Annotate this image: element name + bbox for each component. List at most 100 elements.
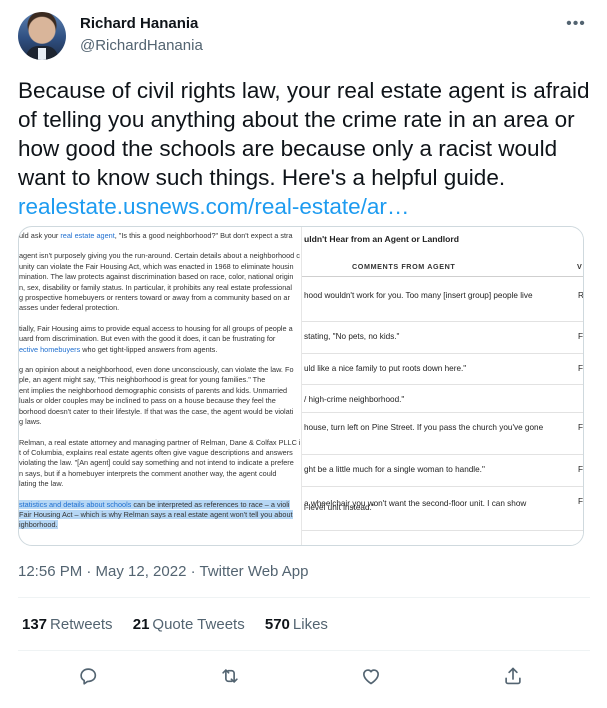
article-line: g laws. — [19, 417, 301, 427]
article-paragraph: agent isn't purposely giving you the run… — [19, 251, 301, 313]
article-line: ent implies the neighborhood demographic… — [19, 386, 301, 396]
article-line: unity can violate the Fair Housing Act, … — [19, 262, 301, 272]
table-row: l-level unit instead." — [302, 501, 583, 515]
reply-icon[interactable] — [77, 665, 101, 689]
table-cell-comment: l-level unit instead." — [304, 503, 375, 512]
table-cell-comment: stating, "No pets, no kids." — [304, 332, 400, 341]
likes-stat[interactable]: 570 Likes — [265, 616, 328, 633]
tweet-body: Because of civil rights law, your real e… — [18, 78, 590, 190]
article-excerpt: uld ask your real estate agent, "Is this… — [19, 227, 301, 545]
article-text: ple, an agent might say, "This neighborh… — [19, 375, 266, 385]
article-text: lating the law. — [19, 479, 64, 489]
avatar[interactable] — [18, 12, 66, 60]
tweet-header: Richard Hanania @RichardHanania ••• — [18, 12, 590, 62]
tweet-image[interactable]: uld ask your real estate agent, "Is this… — [18, 226, 584, 546]
retweets-label: Retweets — [50, 616, 113, 633]
article-text: who get tight-lipped answers from agents… — [80, 344, 218, 354]
author-handle[interactable]: @RichardHanania — [80, 37, 203, 54]
table-row: ght be a little much for a single woman … — [302, 455, 584, 487]
article-line: Fair Housing Act – which is why Relman s… — [19, 509, 301, 520]
action-bar — [18, 662, 590, 692]
tweet-text: Because of civil rights law, your real e… — [18, 76, 590, 221]
article-paragraph: Relman, a real estate attorney and manag… — [19, 438, 301, 490]
table-row: hood wouldn't work for you. Too many [in… — [302, 281, 584, 322]
article-paragraph: uld ask your real estate agent, "Is this… — [19, 231, 301, 241]
article-text: Fair Housing Act – which is why Relman s… — [19, 509, 293, 519]
table-cell-second: F — [578, 364, 584, 373]
table-cell-comment: uld like a nice family to put roots down… — [304, 364, 467, 373]
article-text: unity can violate the Fair Housing Act, … — [19, 261, 294, 271]
divider — [18, 650, 590, 651]
article-text: n, sex, disability or family status. In … — [19, 282, 292, 292]
table-cell-second: R — [578, 291, 584, 300]
article-line: t of Columbia, explains real estate agen… — [19, 448, 301, 458]
article-line: ple, an agent might say, "This neighborh… — [19, 375, 301, 385]
tweet-link[interactable]: realestate.usnews.com/real-estate/ar… — [18, 194, 409, 219]
table-row: house, turn left on Pine Street. If you … — [302, 413, 584, 455]
heart-icon[interactable] — [360, 665, 384, 689]
table-cell-second: F — [578, 423, 584, 432]
article-text: g laws. — [19, 417, 42, 427]
table-cell-comment: house, turn left on Pine Street. If you … — [304, 423, 544, 432]
table-title: uldn't Hear from an Agent or Landlord — [304, 234, 459, 244]
article-link: real estate agent — [60, 231, 115, 240]
table-row: / high-crime neighborhood." — [302, 385, 583, 413]
article-line: luals or older couples may be inclined t… — [19, 396, 301, 406]
quotes-count: 21 — [132, 616, 150, 633]
table-cell-second: F — [578, 465, 584, 474]
retweets-count: 137 — [22, 616, 48, 633]
table-cell-comment: ght be a little much for a single woman … — [304, 465, 485, 474]
article-line: tially, Fair Housing aims to provide equ… — [19, 324, 301, 334]
retweets-stat[interactable]: 137 Retweets — [22, 616, 113, 633]
article-line: g prospective homebuyers or renters towa… — [19, 293, 301, 303]
article-text: can be interpreted as references to race… — [131, 499, 290, 509]
divider — [18, 597, 590, 598]
article-text: uard from discrimination. But even with … — [19, 334, 276, 344]
article-text: luals or older couples may be inclined t… — [19, 396, 276, 406]
table-row: stating, "No pets, no kids." F — [302, 322, 583, 354]
article-text: agent isn't purposely giving you the run… — [19, 251, 300, 261]
article-link: statistics and details about schools — [19, 499, 132, 509]
article-line: uard from discrimination. But even with … — [19, 334, 301, 344]
table-header-comments: COMMENTS FROM AGENT — [352, 262, 456, 271]
table-row: uld like a nice family to put roots down… — [302, 354, 584, 385]
article-line: lating the law. — [19, 479, 301, 489]
share-icon[interactable] — [502, 665, 526, 689]
article-text: Relman, a real estate attorney and manag… — [19, 437, 301, 447]
avatar-shirt — [38, 48, 46, 60]
article-line: statistics and details about schools can… — [19, 499, 301, 510]
table-excerpt: uldn't Hear from an Agent or Landlord CO… — [301, 227, 584, 545]
article-text: violating the law. "[An agent] could say… — [19, 458, 294, 468]
article-text: borhood doesn't cater to their lifestyle… — [19, 406, 294, 416]
article-line: borhood doesn't cater to their lifestyle… — [19, 407, 301, 417]
article-line: agent isn't purposely giving you the run… — [19, 251, 301, 261]
article-line: asses under federal protection. — [19, 303, 301, 313]
table-cell-comment: / high-crime neighborhood." — [304, 395, 405, 404]
tweet-stats: 137 Retweets 21 Quote Tweets 570 Likes — [22, 616, 344, 633]
more-icon[interactable]: ••• — [564, 14, 588, 34]
table-cell-comment: hood wouldn't work for you. Too many [in… — [304, 291, 533, 300]
article-text: n says, but if a homebuyer interprets th… — [19, 468, 277, 478]
author-name[interactable]: Richard Hanania — [80, 15, 198, 32]
table-header-second: V — [577, 262, 583, 271]
article-line: mination. The law protects against discr… — [19, 272, 301, 282]
article-text: uld ask your — [19, 231, 61, 240]
article-text: g an opinion about a neighborhood, even … — [19, 365, 294, 375]
article-text: , "Is this a good neighborhood?" But don… — [114, 231, 293, 240]
article-text: ent implies the neighborhood demographic… — [19, 385, 288, 395]
tweet-timestamp[interactable]: 12:56 PM · May 12, 2022 · Twitter Web Ap… — [18, 563, 308, 580]
likes-count: 570 — [264, 616, 290, 633]
article-line: n, sex, disability or family status. In … — [19, 283, 301, 293]
likes-label: Likes — [292, 616, 328, 633]
article-text: tially, Fair Housing aims to provide equ… — [19, 323, 293, 333]
retweet-icon[interactable] — [219, 665, 243, 689]
article-line: uld ask your real estate agent, "Is this… — [19, 231, 301, 241]
quotes-label: Quote Tweets — [152, 616, 245, 633]
article-line: n says, but if a homebuyer interprets th… — [19, 469, 301, 479]
quotes-stat[interactable]: 21 Quote Tweets — [133, 616, 245, 633]
article-paragraph: g an opinion about a neighborhood, even … — [19, 365, 301, 427]
article-text: g prospective homebuyers or renters towa… — [19, 293, 290, 303]
article-line: ighborhood. — [19, 520, 301, 530]
article-link: ective homebuyers — [19, 344, 81, 354]
table-header: COMMENTS FROM AGENT V — [302, 257, 583, 277]
